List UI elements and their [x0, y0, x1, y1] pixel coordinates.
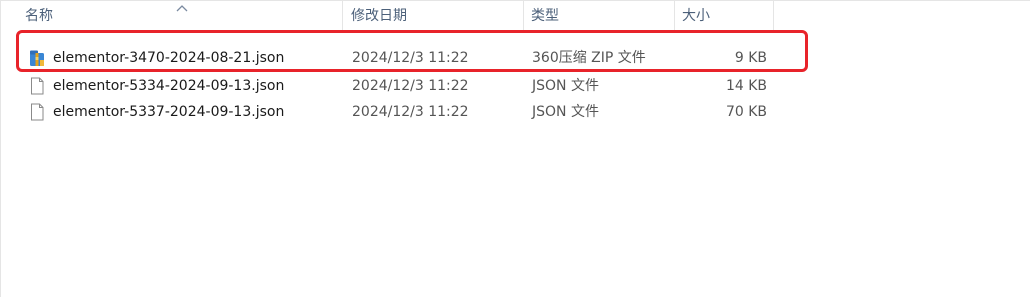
file-size: 70 KB — [725, 104, 767, 120]
file-name: elementor-5337-2024-09-13.json — [53, 104, 285, 120]
file-size: 14 KB — [725, 78, 767, 94]
column-header-type[interactable]: 类型 — [525, 1, 673, 32]
column-header-name-label: 名称 — [25, 8, 53, 24]
highlight-annotation-box — [16, 30, 808, 72]
file-explorer-window: 名称 修改日期 类型 大小 elementor-3470-2024-08-21.… — [0, 0, 1030, 297]
json-file-icon — [31, 77, 44, 95]
file-row[interactable]: elementor-5337-2024-09-13.json 2024/12/3… — [15, 99, 805, 125]
column-header-type-label: 类型 — [531, 8, 559, 24]
column-separator[interactable] — [674, 1, 675, 32]
column-separator[interactable] — [523, 1, 524, 32]
file-modified-date: 2024/12/3 11:22 — [352, 78, 469, 94]
file-type: JSON 文件 — [532, 104, 599, 120]
column-header-modified-label: 修改日期 — [351, 8, 407, 24]
column-header-size[interactable]: 大小 — [676, 1, 772, 32]
column-header-size-label: 大小 — [682, 8, 710, 24]
file-row[interactable]: elementor-5334-2024-09-13.json 2024/12/3… — [15, 73, 805, 99]
column-separator[interactable] — [342, 1, 343, 32]
column-separator[interactable] — [773, 1, 774, 32]
file-modified-date: 2024/12/3 11:22 — [352, 104, 469, 120]
file-name: elementor-5334-2024-09-13.json — [53, 78, 285, 94]
column-header-modified[interactable]: 修改日期 — [345, 1, 523, 32]
json-file-icon — [31, 103, 44, 121]
column-header-bar: 名称 修改日期 类型 大小 — [1, 0, 1030, 32]
file-type: JSON 文件 — [532, 78, 599, 94]
sort-ascending-icon — [176, 5, 188, 12]
